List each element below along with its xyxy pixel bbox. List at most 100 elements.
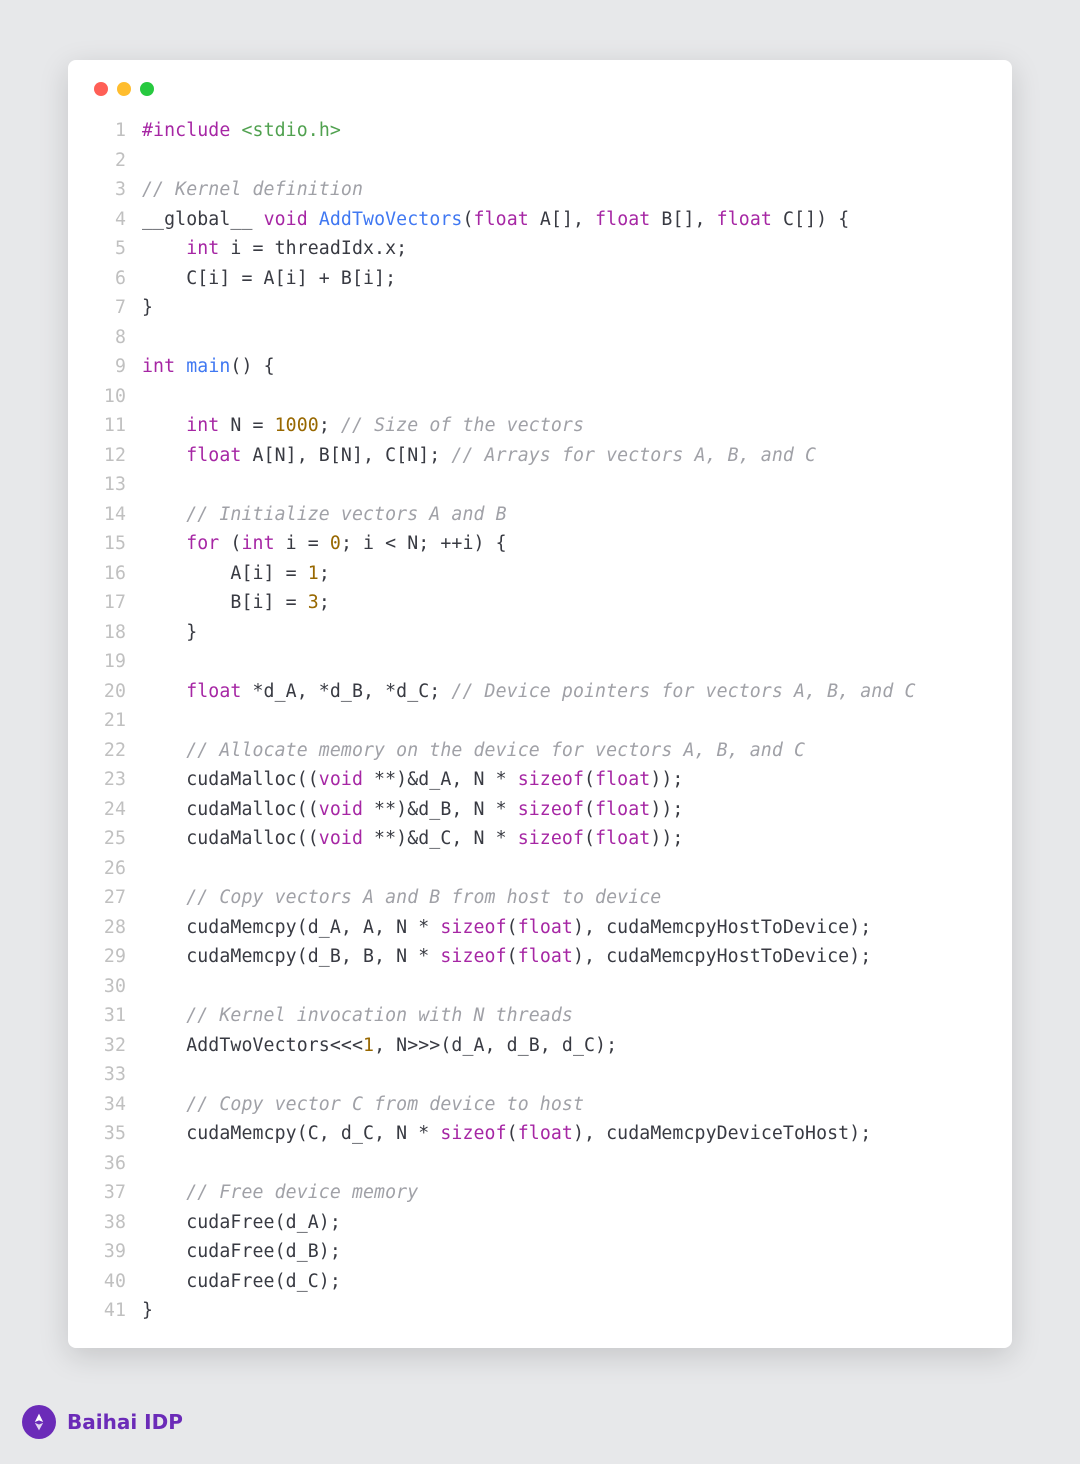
line-content: cudaFree(d_B); xyxy=(142,1237,992,1267)
line-content: cudaMemcpy(d_A, A, N * sizeof(float), cu… xyxy=(142,913,992,943)
line-content: cudaFree(d_C); xyxy=(142,1267,992,1297)
code-line: 3 // Kernel definition xyxy=(88,175,992,205)
line-number: 2 xyxy=(88,146,126,176)
code-line: 38 cudaFree(d_A); xyxy=(88,1208,992,1238)
line-number: 16 xyxy=(88,559,126,589)
line-number: 9 xyxy=(88,352,126,382)
line-content: // Copy vector C from device to host xyxy=(142,1090,992,1120)
line-number: 3 xyxy=(88,175,126,205)
code-line: 29 cudaMemcpy(d_B, B, N * sizeof(float),… xyxy=(88,942,992,972)
line-number: 18 xyxy=(88,618,126,648)
line-number: 38 xyxy=(88,1208,126,1238)
line-content: // Allocate memory on the device for vec… xyxy=(142,736,992,766)
code-line: 34 // Copy vector C from device to host xyxy=(88,1090,992,1120)
code-line: 27 // Copy vectors A and B from host to … xyxy=(88,883,992,913)
code-line: 41} xyxy=(88,1296,992,1326)
code-line: 9 int main() { xyxy=(88,352,992,382)
line-number: 32 xyxy=(88,1031,126,1061)
line-number: 31 xyxy=(88,1001,126,1031)
line-content: cudaMalloc((void **)&d_A, N * sizeof(flo… xyxy=(142,765,992,795)
code-line: 23 cudaMalloc((void **)&d_A, N * sizeof(… xyxy=(88,765,992,795)
line-number: 13 xyxy=(88,470,126,500)
line-content: A[i] = 1; xyxy=(142,559,992,589)
line-number: 40 xyxy=(88,1267,126,1297)
footer-brand: Baihai IDP xyxy=(22,1405,183,1439)
line-number: 25 xyxy=(88,824,126,854)
line-number: 17 xyxy=(88,588,126,618)
code-line: 22 // Allocate memory on the device for … xyxy=(88,736,992,766)
line-content xyxy=(142,470,992,500)
line-number: 5 xyxy=(88,234,126,264)
line-number: 6 xyxy=(88,264,126,294)
line-number: 41 xyxy=(88,1296,126,1326)
line-content: // Kernel invocation with N threads xyxy=(142,1001,992,1031)
code-line: 21 xyxy=(88,706,992,736)
line-number: 30 xyxy=(88,972,126,1002)
line-content: } xyxy=(142,1296,992,1326)
maximize-icon[interactable] xyxy=(140,82,154,96)
line-number: 24 xyxy=(88,795,126,825)
code-line: 15 for (int i = 0; i < N; ++i) { xyxy=(88,529,992,559)
line-content: int N = 1000; // Size of the vectors xyxy=(142,411,992,441)
code-line: 40 cudaFree(d_C); xyxy=(88,1267,992,1297)
line-content: cudaMalloc((void **)&d_C, N * sizeof(flo… xyxy=(142,824,992,854)
line-number: 39 xyxy=(88,1237,126,1267)
line-content: cudaMemcpy(d_B, B, N * sizeof(float), cu… xyxy=(142,942,992,972)
line-number: 19 xyxy=(88,647,126,677)
line-number: 36 xyxy=(88,1149,126,1179)
brand-text: Baihai IDP xyxy=(67,1410,183,1434)
line-content xyxy=(142,382,992,412)
code-line: 31 // Kernel invocation with N threads xyxy=(88,1001,992,1031)
code-line: 20 float *d_A, *d_B, *d_C; // Device poi… xyxy=(88,677,992,707)
code-line: 37 // Free device memory xyxy=(88,1178,992,1208)
code-line: 16 A[i] = 1; xyxy=(88,559,992,589)
line-content xyxy=(142,854,992,884)
code-window: 1#include <stdio.h>23// Kernel definitio… xyxy=(68,60,1012,1348)
line-content xyxy=(142,146,992,176)
line-number: 37 xyxy=(88,1178,126,1208)
code-line: 6 C[i] = A[i] + B[i]; xyxy=(88,264,992,294)
code-line: 4__global__ void AddTwoVectors(float A[]… xyxy=(88,205,992,235)
code-line: 7} xyxy=(88,293,992,323)
line-content: // Free device memory xyxy=(142,1178,992,1208)
line-content: // Kernel definition xyxy=(142,175,992,205)
line-content: C[i] = A[i] + B[i]; xyxy=(142,264,992,294)
code-line: 17 B[i] = 3; xyxy=(88,588,992,618)
line-number: 12 xyxy=(88,441,126,471)
line-number: 29 xyxy=(88,942,126,972)
close-icon[interactable] xyxy=(94,82,108,96)
code-line: 24 cudaMalloc((void **)&d_B, N * sizeof(… xyxy=(88,795,992,825)
line-content xyxy=(142,647,992,677)
line-number: 4 xyxy=(88,205,126,235)
line-number: 33 xyxy=(88,1060,126,1090)
line-number: 26 xyxy=(88,854,126,884)
line-content: } xyxy=(142,618,992,648)
code-line: 32 AddTwoVectors<<<1, N>>>(d_A, d_B, d_C… xyxy=(88,1031,992,1061)
code-line: 19 xyxy=(88,647,992,677)
line-content: for (int i = 0; i < N; ++i) { xyxy=(142,529,992,559)
line-number: 28 xyxy=(88,913,126,943)
line-number: 21 xyxy=(88,706,126,736)
code-line: 12 float A[N], B[N], C[N]; // Arrays for… xyxy=(88,441,992,471)
window-controls xyxy=(88,82,992,96)
code-line: 28 cudaMemcpy(d_A, A, N * sizeof(float),… xyxy=(88,913,992,943)
line-content: cudaFree(d_A); xyxy=(142,1208,992,1238)
line-content xyxy=(142,972,992,1002)
code-line: 10 xyxy=(88,382,992,412)
line-content: // Copy vectors A and B from host to dev… xyxy=(142,883,992,913)
code-line: 2 xyxy=(88,146,992,176)
line-number: 27 xyxy=(88,883,126,913)
line-number: 14 xyxy=(88,500,126,530)
line-number: 23 xyxy=(88,765,126,795)
line-content xyxy=(142,706,992,736)
line-content: } xyxy=(142,293,992,323)
code-line: 18 } xyxy=(88,618,992,648)
minimize-icon[interactable] xyxy=(117,82,131,96)
line-content xyxy=(142,323,992,353)
code-line: 14 // Initialize vectors A and B xyxy=(88,500,992,530)
line-number: 22 xyxy=(88,736,126,766)
line-content: int main() { xyxy=(142,352,992,382)
code-line: 25 cudaMalloc((void **)&d_C, N * sizeof(… xyxy=(88,824,992,854)
code-line: 13 xyxy=(88,470,992,500)
code-line: 30 xyxy=(88,972,992,1002)
